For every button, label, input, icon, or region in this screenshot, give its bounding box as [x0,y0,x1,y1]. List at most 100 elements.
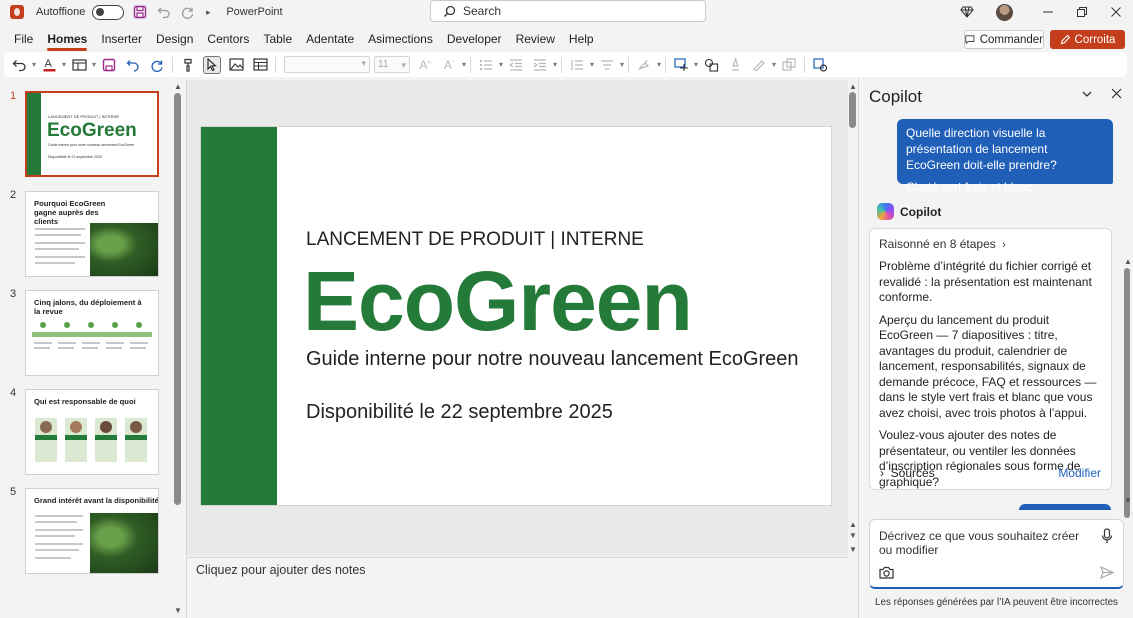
thumb-person-card [95,418,117,462]
autosave-toggle[interactable] [92,4,125,20]
tab-file[interactable]: File [14,27,33,51]
copilot-scrollbar[interactable] [1124,268,1130,518]
slide-number: 4 [10,387,17,399]
editor-scroll-up-icon[interactable]: ▲ [849,82,857,91]
save-icon[interactable] [132,4,148,20]
shapes-icon[interactable] [702,56,720,74]
reasoning-toggle[interactable]: Raisonné en 8 étapes › [879,237,1102,251]
format-painter-icon[interactable] [179,56,197,74]
copilot-scroll-up-icon[interactable]: ▲ [1124,257,1132,266]
search-box[interactable]: Search [430,0,706,22]
undo-ribbon-icon[interactable] [124,56,142,74]
svg-text:A: A [44,58,52,70]
select-pointer-icon[interactable] [203,55,221,74]
designer-icon[interactable] [811,56,829,74]
thumbs-scroll-down-icon[interactable]: ▼ [174,606,182,615]
slide-title[interactable]: EcoGreen [303,253,693,350]
text-direction-icon[interactable] [598,56,624,74]
ai-disclaimer: Les réponses générées par l’IA peuvent ê… [875,597,1118,608]
ribbon-toolbar: A 11 A^ Aˇ [4,52,1127,77]
chevron-down-icon[interactable] [1081,88,1093,103]
slide-thumbnail-3[interactable]: Cinq jalons, du déploiement à la revue [25,290,159,376]
tab-design[interactable]: Design [156,27,193,51]
premium-diamond-icon[interactable] [960,5,974,19]
prev-slide-icon[interactable]: ▲ [849,520,857,529]
tab-asimections[interactable]: Asimections [368,27,433,51]
slide-thumbnail-1[interactable]: LANCEMENT DE PRODUIT | INTERNE EcoGreen … [25,91,159,177]
slide-thumbnail-2[interactable]: Pourquoi EcoGreen gagne auprès des clien… [25,191,159,277]
arrange-icon[interactable] [635,56,661,74]
increase-font-icon[interactable]: A ^ [416,56,434,74]
undo-icon[interactable] [156,4,172,20]
notes-pane[interactable]: Cliquez pour ajouter des notes [186,557,848,618]
slide-thumbnail-5[interactable]: Grand intérêt avant la disponibilité [25,488,159,574]
picture-icon[interactable] [227,56,245,74]
font-color-icon[interactable]: A [40,56,66,74]
close-icon[interactable] [1099,0,1133,24]
sources-toggle[interactable]: › Sources [880,466,935,480]
slide-thumbnail-4[interactable]: Qui est responsable de quoi [25,389,159,475]
tab-inserter[interactable]: Inserter [101,27,142,51]
line-spacing-icon[interactable] [568,56,594,74]
thumbs-scroll-up-icon[interactable]: ▲ [174,82,182,91]
powerpoint-logo-icon [10,5,24,19]
commander-button[interactable]: Commander [964,30,1044,49]
restore-icon[interactable] [1065,0,1099,24]
tab-review[interactable]: Review [516,27,555,51]
quick-styles-icon[interactable] [726,56,744,74]
editor-scrollbar[interactable] [849,92,856,128]
copilot-scroll-down-icon[interactable]: ▼ [1124,496,1132,505]
quick-access-more-icon[interactable]: ▸ [200,4,216,20]
decrease-indent-icon[interactable] [507,56,525,74]
next-slide-icon[interactable]: ▼ [849,545,857,554]
thumb-milestone-dot [88,322,94,328]
undo-dropdown-icon[interactable] [10,56,36,74]
modify-link[interactable]: Modifier [1058,466,1101,480]
slide-subtitle[interactable]: Guide interne pour notre nouveau lanceme… [306,348,799,371]
redo-icon[interactable] [180,4,196,20]
save-ribbon-icon[interactable] [100,56,118,74]
send-icon[interactable] [1099,565,1115,582]
tab-centors[interactable]: Centors [207,27,249,51]
minimize-icon[interactable] [1031,0,1065,24]
scroll-down-icon[interactable]: ▼ [849,531,857,540]
font-family-select[interactable] [284,56,370,73]
current-slide[interactable]: LANCEMENT DE PRODUIT | INTERNE EcoGreen … [200,126,832,506]
tab-adentate[interactable]: Adentate [306,27,354,51]
copilot-logo-icon [877,203,894,220]
effects-icon[interactable] [780,56,798,74]
thumb-text-line [106,347,122,349]
tab-table[interactable]: Table [263,27,292,51]
table-icon[interactable] [251,56,269,74]
copilot-share-button[interactable]: Corroita [1050,30,1125,49]
thumb-text-line [34,347,50,349]
prompt-input[interactable]: Décrivez ce que vous souhaitez créer ou … [869,519,1124,589]
slide-kicker[interactable]: LANCEMENT DE PRODUIT | INTERNE [306,229,644,251]
reasoning-label: Raisonné en 8 étapes [879,237,996,251]
camera-icon[interactable] [879,566,894,582]
thumb-subtitle: Guide interne pour notre nouveau lanceme… [48,143,135,147]
increase-indent-icon[interactable] [531,56,557,74]
user-avatar[interactable] [996,3,1013,21]
shape-fill-icon[interactable] [672,56,698,74]
microphone-icon[interactable] [1101,528,1113,547]
redo-ribbon-icon[interactable] [148,56,166,74]
slide-number: 5 [10,486,17,498]
thumb-milestone-dot [136,322,142,328]
layout-icon[interactable] [70,56,96,74]
chevron-right-icon: › [999,239,1006,251]
tab-developer[interactable]: Developer [447,27,502,51]
thumbs-scrollbar[interactable] [174,93,181,505]
thumb-timeline-bar [32,332,152,337]
bullets-icon[interactable] [477,56,503,74]
tab-help[interactable]: Help [569,27,594,51]
close-pane-icon[interactable] [1111,88,1122,102]
thumb-text-line [130,342,148,344]
thumb-text-line [82,342,100,344]
thumb-text-line [35,557,71,559]
tab-homes[interactable]: Homes [47,27,88,51]
text-effects-icon[interactable] [750,56,776,74]
slide-date[interactable]: Disponibilité le 22 septembre 2025 [306,401,613,424]
font-size-select[interactable]: 11 [374,56,410,73]
decrease-font-icon[interactable]: Aˇ [440,56,466,74]
